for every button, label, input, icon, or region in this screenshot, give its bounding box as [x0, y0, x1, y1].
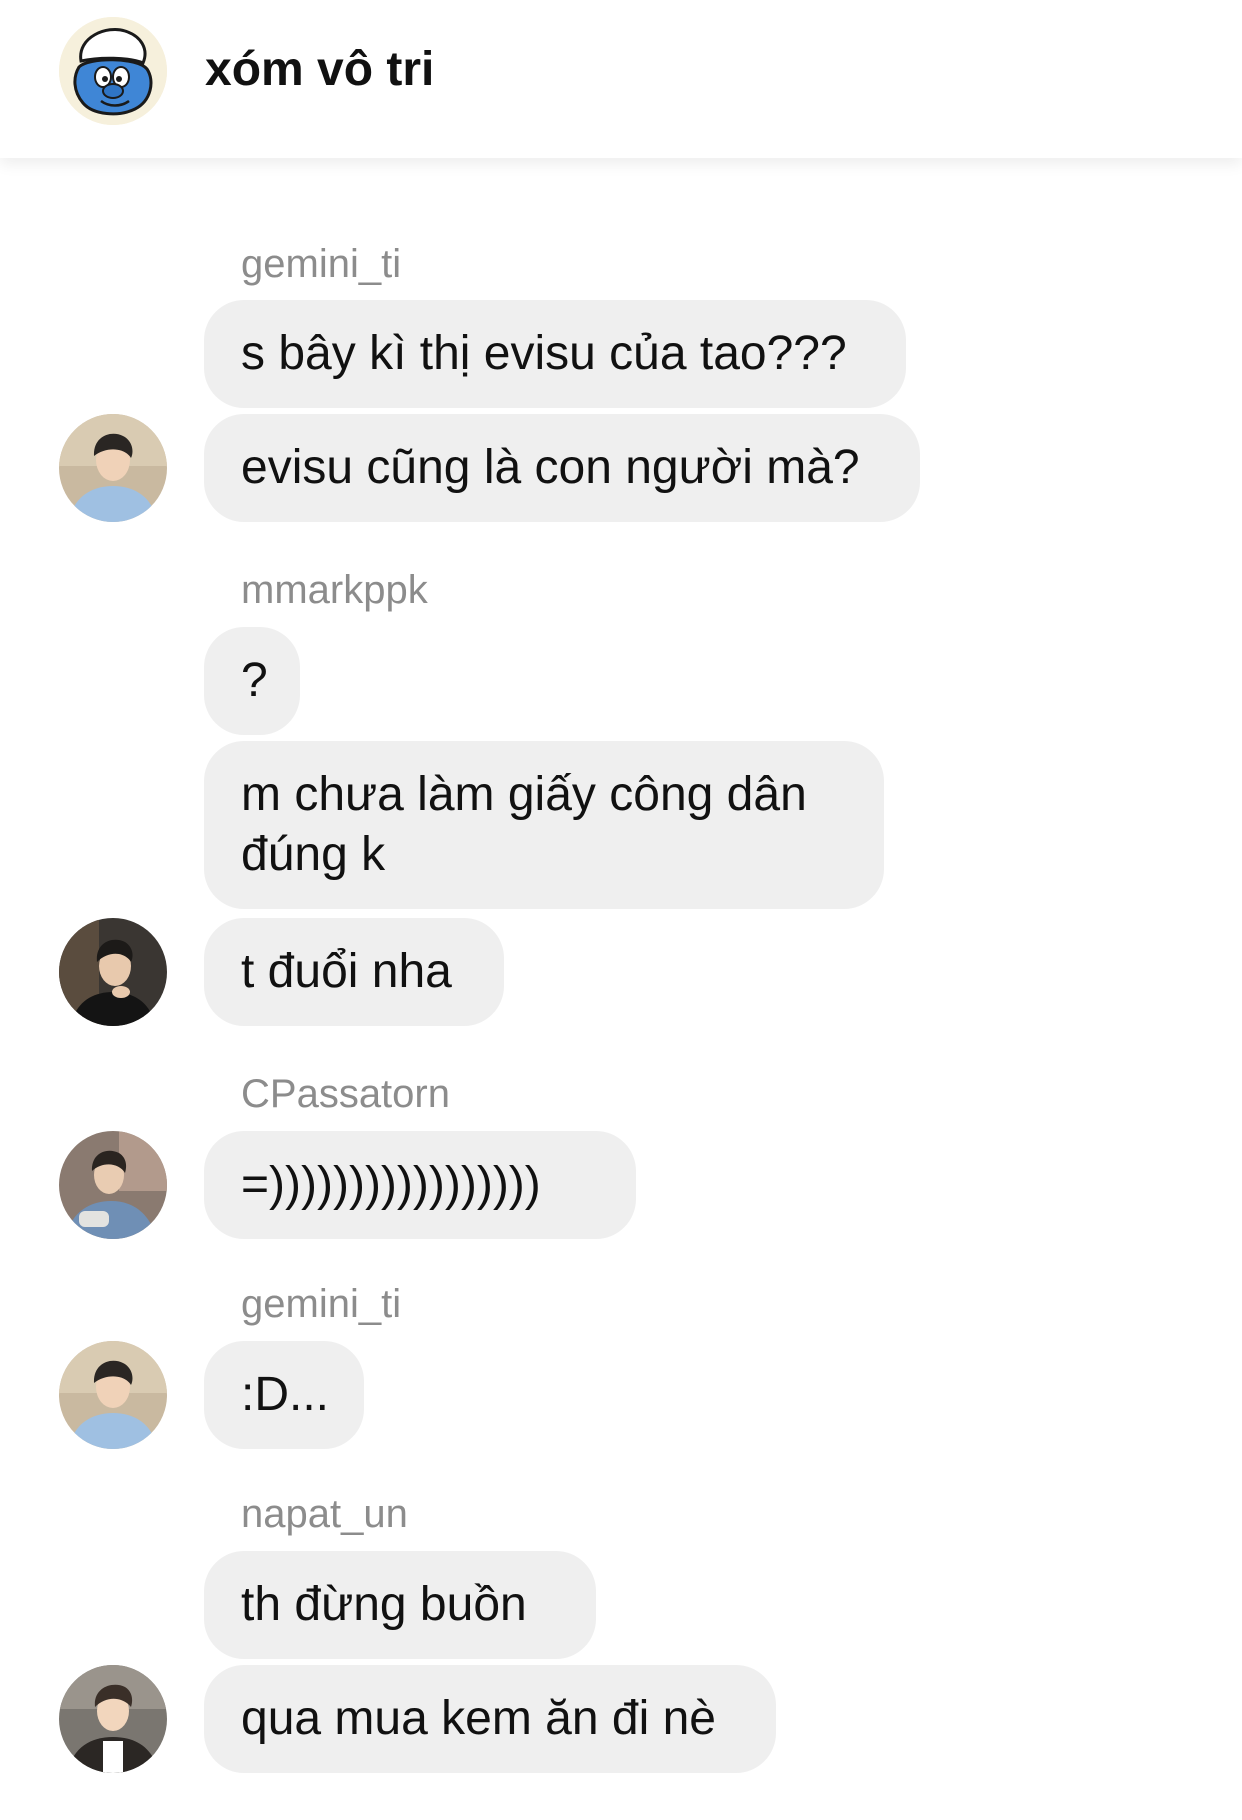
profile-photo-icon — [59, 1341, 167, 1449]
avatar[interactable] — [59, 1131, 167, 1239]
message-text: qua mua kem ăn đi nè — [241, 1692, 716, 1745]
message-bubble[interactable]: th đừng buồn — [204, 1551, 596, 1659]
message-text: m chưa làm giấy công dân đúng k — [241, 768, 807, 881]
message-bubble[interactable]: s bây kì thị evisu của tao??? — [204, 300, 906, 408]
chat-header: xóm vô tri — [0, 0, 1242, 158]
avatar[interactable] — [59, 414, 167, 522]
message-bubble[interactable]: evisu cũng là con người mà? — [204, 414, 920, 522]
avatar[interactable] — [59, 918, 167, 1026]
sender-name: gemini_ti — [241, 242, 402, 286]
message-text: evisu cũng là con người mà? — [241, 441, 860, 494]
message-text: ? — [241, 654, 268, 707]
message-bubble[interactable]: qua mua kem ăn đi nè — [204, 1665, 776, 1773]
avatar[interactable] — [59, 1665, 167, 1773]
message-bubble[interactable]: ? — [204, 627, 300, 735]
profile-photo-icon — [59, 918, 167, 1026]
message-text: =))))))))))))))))) — [241, 1158, 541, 1211]
sender-name: gemini_ti — [241, 1282, 402, 1326]
group-title[interactable]: xóm vô tri — [205, 36, 434, 104]
sender-name: mmarkppk — [241, 568, 428, 612]
sender-name: CPassatorn — [241, 1072, 450, 1116]
smurf-avatar-icon — [59, 17, 167, 125]
message-text: :D... — [241, 1368, 330, 1421]
message-bubble[interactable]: m chưa làm giấy công dân đúng k — [204, 741, 884, 909]
profile-photo-icon — [59, 1665, 167, 1773]
sender-name: napat_un — [241, 1492, 408, 1536]
message-bubble[interactable]: t đuổi nha — [204, 918, 504, 1026]
avatar[interactable] — [59, 1341, 167, 1449]
message-text: th đừng buồn — [241, 1578, 527, 1631]
profile-photo-icon — [59, 414, 167, 522]
message-bubble[interactable]: :D... — [204, 1341, 364, 1449]
group-avatar[interactable] — [59, 17, 167, 125]
message-text: s bây kì thị evisu của tao??? — [241, 327, 847, 380]
message-text: t đuổi nha — [241, 945, 452, 998]
message-bubble[interactable]: =))))))))))))))))) — [204, 1131, 636, 1239]
profile-photo-icon — [59, 1131, 167, 1239]
